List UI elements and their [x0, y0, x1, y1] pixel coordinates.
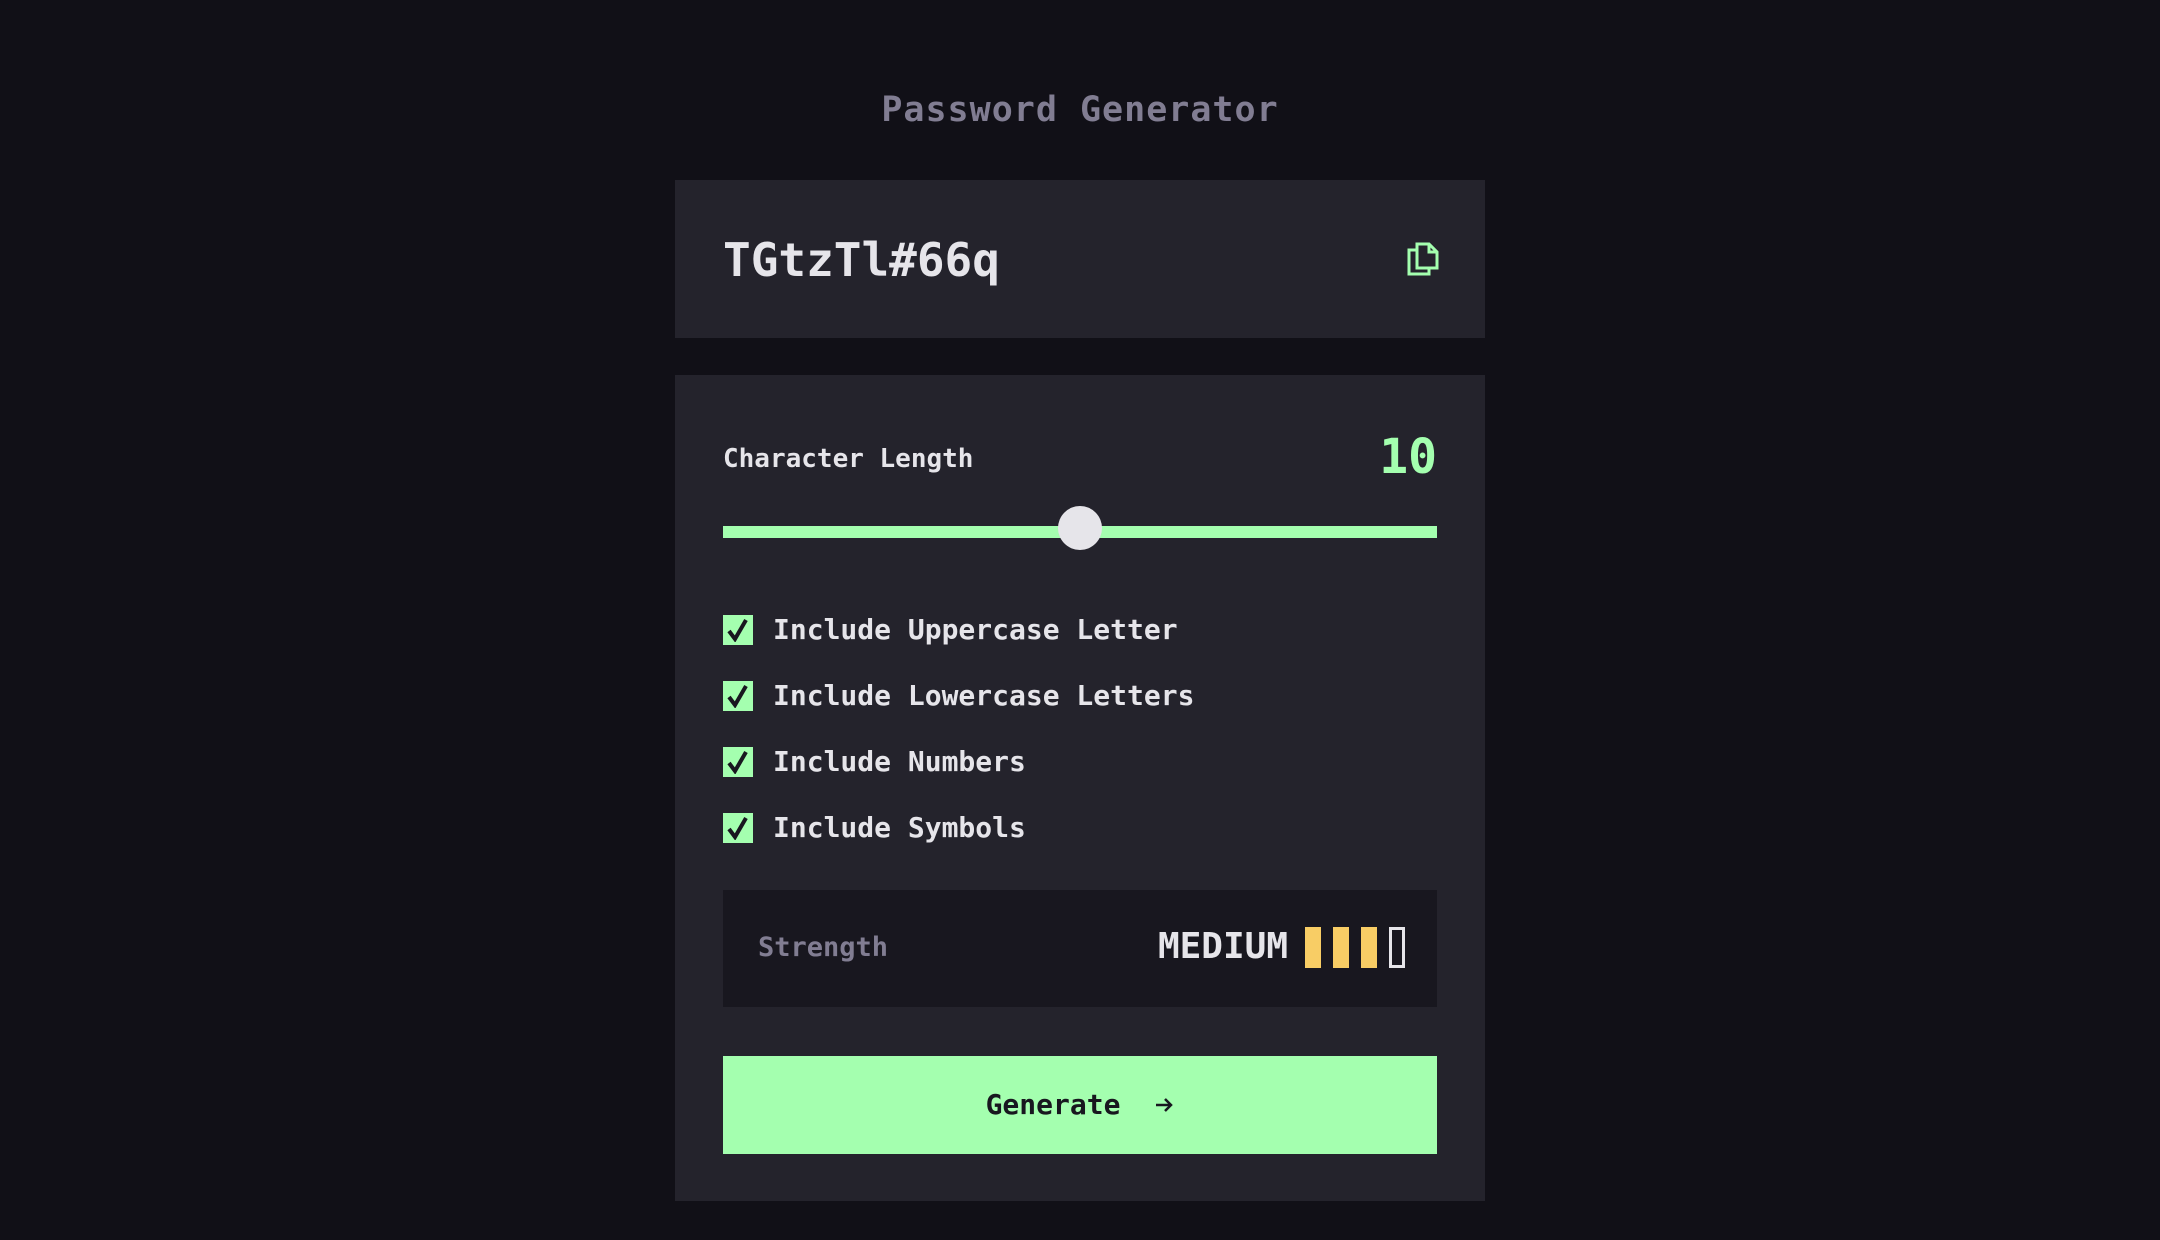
checkmark-icon — [727, 618, 748, 642]
numbers-checkbox[interactable] — [723, 747, 753, 777]
option-symbols[interactable]: Include Symbols — [723, 806, 1026, 850]
strength-meter: Strength MEDIUM — [723, 890, 1437, 1007]
generated-password: TGtzTl#66q — [723, 233, 1000, 287]
strength-bar-4 — [1389, 926, 1405, 968]
settings-panel: Character Length 10 Include Uppercase Le… — [675, 375, 1485, 1201]
copy-button[interactable] — [1405, 238, 1441, 278]
option-uppercase[interactable]: Include Uppercase Letter — [723, 608, 1178, 652]
strength-bar-1 — [1305, 926, 1321, 968]
strength-bar-3 — [1361, 926, 1377, 968]
strength-bar-2 — [1333, 926, 1349, 968]
checkmark-icon — [727, 816, 748, 840]
symbols-label: Include Symbols — [773, 811, 1026, 844]
character-length-label: Character Length — [723, 444, 974, 474]
checkmark-icon — [727, 684, 748, 708]
strength-value: MEDIUM — [1157, 926, 1288, 967]
strength-indicator: MEDIUM — [1158, 926, 1405, 968]
character-length-value: 10 — [1379, 429, 1437, 485]
slider-thumb[interactable] — [1058, 506, 1102, 550]
numbers-label: Include Numbers — [773, 745, 1026, 778]
checkmark-icon — [727, 750, 748, 774]
strength-label: Strength — [758, 932, 889, 963]
copy-icon — [1407, 242, 1439, 276]
length-slider[interactable] — [723, 506, 1437, 550]
generate-label: Generate — [985, 1088, 1121, 1121]
lowercase-checkbox[interactable] — [723, 681, 753, 711]
arrow-right-icon — [1156, 1098, 1174, 1112]
option-numbers[interactable]: Include Numbers — [723, 740, 1026, 784]
password-display-panel: TGtzTl#66q — [675, 180, 1485, 338]
option-lowercase[interactable]: Include Lowercase Letters — [723, 674, 1194, 718]
lowercase-label: Include Lowercase Letters — [773, 679, 1195, 712]
uppercase-label: Include Uppercase Letter — [773, 613, 1178, 646]
symbols-checkbox[interactable] — [723, 813, 753, 843]
uppercase-checkbox[interactable] — [723, 615, 753, 645]
page-title: Password Generator — [881, 90, 1279, 130]
generate-button[interactable]: Generate — [723, 1056, 1437, 1154]
